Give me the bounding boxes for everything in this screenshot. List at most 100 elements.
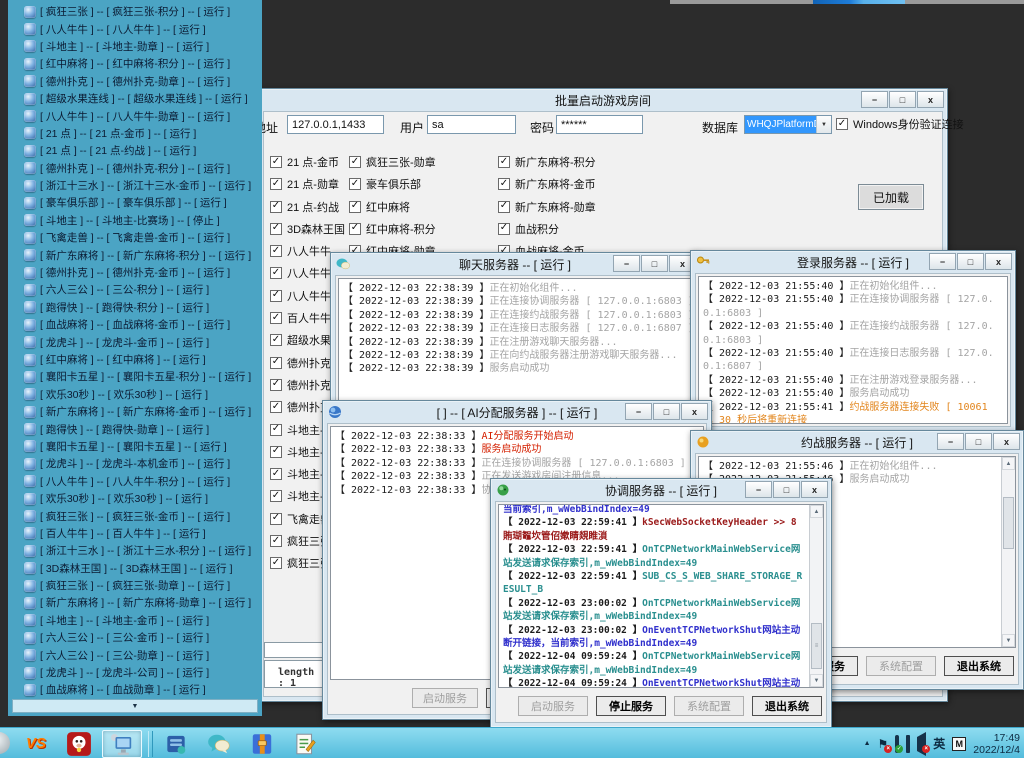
room-list-item[interactable]: [ 六人三公 ] -- [ 三公-金币 ] -- [ 运行 ] — [8, 629, 262, 646]
minimize-button[interactable]: − — [613, 255, 640, 272]
room-list-item[interactable]: [ 红中麻将 ] -- [ 红中麻将-积分 ] -- [ 运行 ] — [8, 55, 262, 72]
room-list-item[interactable]: [ 新广东麻将 ] -- [ 新广东麻将-积分 ] -- [ 运行 ] — [8, 246, 262, 263]
scroll-down-icon[interactable]: ▼ — [810, 674, 823, 687]
room-list-item[interactable]: [ 斗地主 ] -- [ 斗地主-金币 ] -- [ 运行 ] — [8, 612, 262, 629]
action-center-flag-icon[interactable]: ⚑× — [878, 738, 889, 750]
appointment-log-scrollbar[interactable]: ▲ ▼ — [1001, 457, 1015, 647]
room-list-item[interactable]: [ 21 点 ] -- [ 21 点-约战 ] -- [ 运行 ] — [8, 142, 262, 159]
server-box-icon[interactable] — [156, 730, 196, 758]
tray-expand-icon[interactable]: ▲ — [864, 740, 871, 747]
game-checkbox[interactable] — [270, 334, 282, 346]
maximize-button[interactable]: □ — [889, 91, 916, 108]
room-list-item[interactable]: [ 六人三公 ] -- [ 三公-积分 ] -- [ 运行 ] — [8, 281, 262, 298]
room-list-item[interactable]: [ 新广东麻将 ] -- [ 新广东麻将-金币 ] -- [ 运行 ] — [8, 403, 262, 420]
game-checkbox[interactable] — [349, 178, 361, 190]
winauth-checkbox[interactable] — [836, 118, 848, 130]
room-list-item[interactable]: [ 欢乐30秒 ] -- [ 欢乐30秒 ] -- [ 运行 ] — [8, 490, 262, 507]
room-list-item[interactable]: [ 八人牛牛 ] -- [ 八人牛牛-积分 ] -- [ 运行 ] — [8, 473, 262, 490]
game-checkbox-row[interactable]: 21 点-勋章 — [270, 177, 357, 191]
game-checkbox-row[interactable]: 21 点-金币 — [270, 155, 357, 169]
login-log[interactable]: 【 2022-12-03 21:55:40 】正在初始化组件...【 2022-… — [698, 276, 1008, 424]
device-icon[interactable]: ✓ — [895, 738, 899, 750]
user-input[interactable] — [427, 115, 516, 134]
room-list-item[interactable]: [ 龙虎斗 ] -- [ 龙虎斗-本机金币 ] -- [ 运行 ] — [8, 455, 262, 472]
ime-language-indicator[interactable]: 英 — [933, 735, 945, 752]
archive-icon[interactable] — [242, 730, 282, 758]
game-checkbox[interactable] — [270, 223, 282, 235]
coordination-log[interactable]: 当前索引,m_wWebBindIndex=49【 2022-12-03 22:5… — [498, 504, 824, 688]
service-button[interactable]: 启动服务 — [518, 696, 588, 716]
chat-log[interactable]: 【 2022-12-03 22:38:39 】正在初始化组件...【 2022-… — [338, 278, 692, 409]
minimize-button[interactable]: − — [861, 91, 888, 108]
game-checkbox[interactable] — [349, 156, 361, 168]
close-button[interactable]: x — [917, 91, 944, 108]
room-list-item[interactable]: [ 六人三公 ] -- [ 三公-勋章 ] -- [ 运行 ] — [8, 646, 262, 663]
chat-tool-icon[interactable] — [199, 730, 239, 758]
scroll-up-icon[interactable]: ▲ — [1002, 457, 1015, 470]
maximize-button[interactable]: □ — [957, 253, 984, 270]
maximize-button[interactable]: □ — [773, 481, 800, 498]
room-list-item[interactable]: [ 斗地主 ] -- [ 斗地主-勋章 ] -- [ 运行 ] — [8, 38, 262, 55]
game-checkbox[interactable] — [498, 201, 510, 213]
close-button[interactable]: x — [993, 433, 1020, 450]
room-list-item[interactable]: [ 跑得快 ] -- [ 跑得快-积分 ] -- [ 运行 ] — [8, 299, 262, 316]
room-list-item[interactable]: [ 襄阳卡五星 ] -- [ 襄阳卡五星-积分 ] -- [ 运行 ] — [8, 368, 262, 385]
minimize-button[interactable]: − — [745, 481, 772, 498]
login-window-titlebar[interactable]: 登录服务器 -- [ 运行 ] − □ x — [691, 251, 1015, 273]
game-checkbox[interactable] — [270, 379, 282, 391]
minimize-button[interactable]: − — [929, 253, 956, 270]
room-list-item[interactable]: [ 新广东麻将 ] -- [ 新广东麻将-勋章 ] -- [ 运行 ] — [8, 594, 262, 611]
room-list-item[interactable]: [ 斗地主 ] -- [ 斗地主-比赛场 ] -- [ 停止 ] — [8, 212, 262, 229]
ime-m-icon[interactable]: M — [952, 737, 966, 751]
game-checkbox[interactable] — [349, 201, 361, 213]
room-list-dropdown[interactable]: ▼ — [12, 699, 258, 713]
game-checkbox[interactable] — [270, 513, 282, 525]
volume-muted-icon[interactable]: × — [917, 738, 926, 750]
game-checkbox[interactable] — [498, 223, 510, 235]
game-checkbox-row[interactable]: 新广东麻将-积分 — [498, 155, 596, 169]
game-checkbox[interactable] — [270, 490, 282, 502]
room-list-item[interactable]: [ 浙江十三水 ] -- [ 浙江十三水-积分 ] -- [ 运行 ] — [8, 542, 262, 559]
game-checkbox[interactable] — [270, 468, 282, 480]
room-list-item[interactable]: [ 襄阳卡五星 ] -- [ 襄阳卡五星 ] -- [ 运行 ] — [8, 438, 262, 455]
scrollbar-thumb[interactable]: ≡ — [811, 623, 822, 669]
scroll-down-icon[interactable]: ▼ — [1002, 634, 1015, 647]
game-checkbox[interactable] — [270, 178, 282, 190]
room-list-item[interactable]: [ 百人牛牛 ] -- [ 百人牛牛 ] -- [ 运行 ] — [8, 525, 262, 542]
room-list-item[interactable]: [ 疯狂三张 ] -- [ 疯狂三张-金币 ] -- [ 运行 ] — [8, 507, 262, 524]
service-button[interactable]: 退出系统 — [752, 696, 822, 716]
game-checkbox-row[interactable]: 21 点-约战 — [270, 200, 357, 214]
game-checkbox[interactable] — [270, 245, 282, 257]
game-checkbox-row[interactable]: 3D森林王国 — [270, 222, 357, 236]
coordination-window-titlebar[interactable]: 协调服务器 -- [ 运行 ] − □ x — [491, 479, 831, 501]
game-checkbox[interactable] — [498, 156, 510, 168]
appointment-window-titlebar[interactable]: 约战服务器 -- [ 运行 ] − □ x — [691, 431, 1023, 453]
room-list-item[interactable]: [ 八人牛牛 ] -- [ 八人牛牛 ] -- [ 运行 ] — [8, 20, 262, 37]
room-list-item[interactable]: [ 浙江十三水 ] -- [ 浙江十三水-金币 ] -- [ 运行 ] — [8, 177, 262, 194]
room-list-item[interactable]: [ 疯狂三张 ] -- [ 疯狂三张-勋章 ] -- [ 运行 ] — [8, 577, 262, 594]
room-list-item[interactable]: [ 德州扑克 ] -- [ 德州扑克-勋章 ] -- [ 运行 ] — [8, 73, 262, 90]
service-button[interactable]: 停止服务 — [596, 696, 666, 716]
game-checkbox[interactable] — [270, 446, 282, 458]
room-list-item[interactable]: [ 血战麻将 ] -- [ 血战麻将-金币 ] -- [ 运行 ] — [8, 316, 262, 333]
game-checkbox[interactable] — [498, 178, 510, 190]
service-button[interactable]: 系统配置 — [674, 696, 744, 716]
room-list-item[interactable]: [ 疯狂三张 ] -- [ 疯狂三张-积分 ] -- [ 运行 ] — [8, 3, 262, 20]
close-button[interactable]: x — [985, 253, 1012, 270]
service-button[interactable]: 启动服务 — [412, 688, 478, 708]
game-checkbox[interactable] — [270, 357, 282, 369]
maximize-button[interactable]: □ — [641, 255, 668, 272]
game-checkbox[interactable] — [270, 535, 282, 547]
maximize-button[interactable]: □ — [653, 403, 680, 420]
room-list-item[interactable]: [ 3D森林王国 ] -- [ 3D森林王国 ] -- [ 运行 ] — [8, 560, 262, 577]
game-checkbox-row[interactable]: 新广东麻将-金币 — [498, 177, 596, 191]
bottom-textbox[interactable] — [264, 642, 327, 658]
minimize-button[interactable]: − — [625, 403, 652, 420]
log-notepad-icon[interactable] — [285, 730, 325, 758]
scrollbar-thumb[interactable] — [1003, 497, 1014, 549]
game-checkbox-row[interactable]: 疯狂三张-勋章 — [349, 155, 436, 169]
game-checkbox[interactable] — [270, 312, 282, 324]
close-button[interactable]: x — [801, 481, 828, 498]
room-list-item[interactable]: [ 德州扑克 ] -- [ 德州扑克-金币 ] -- [ 运行 ] — [8, 264, 262, 281]
start-button[interactable] — [0, 732, 10, 754]
